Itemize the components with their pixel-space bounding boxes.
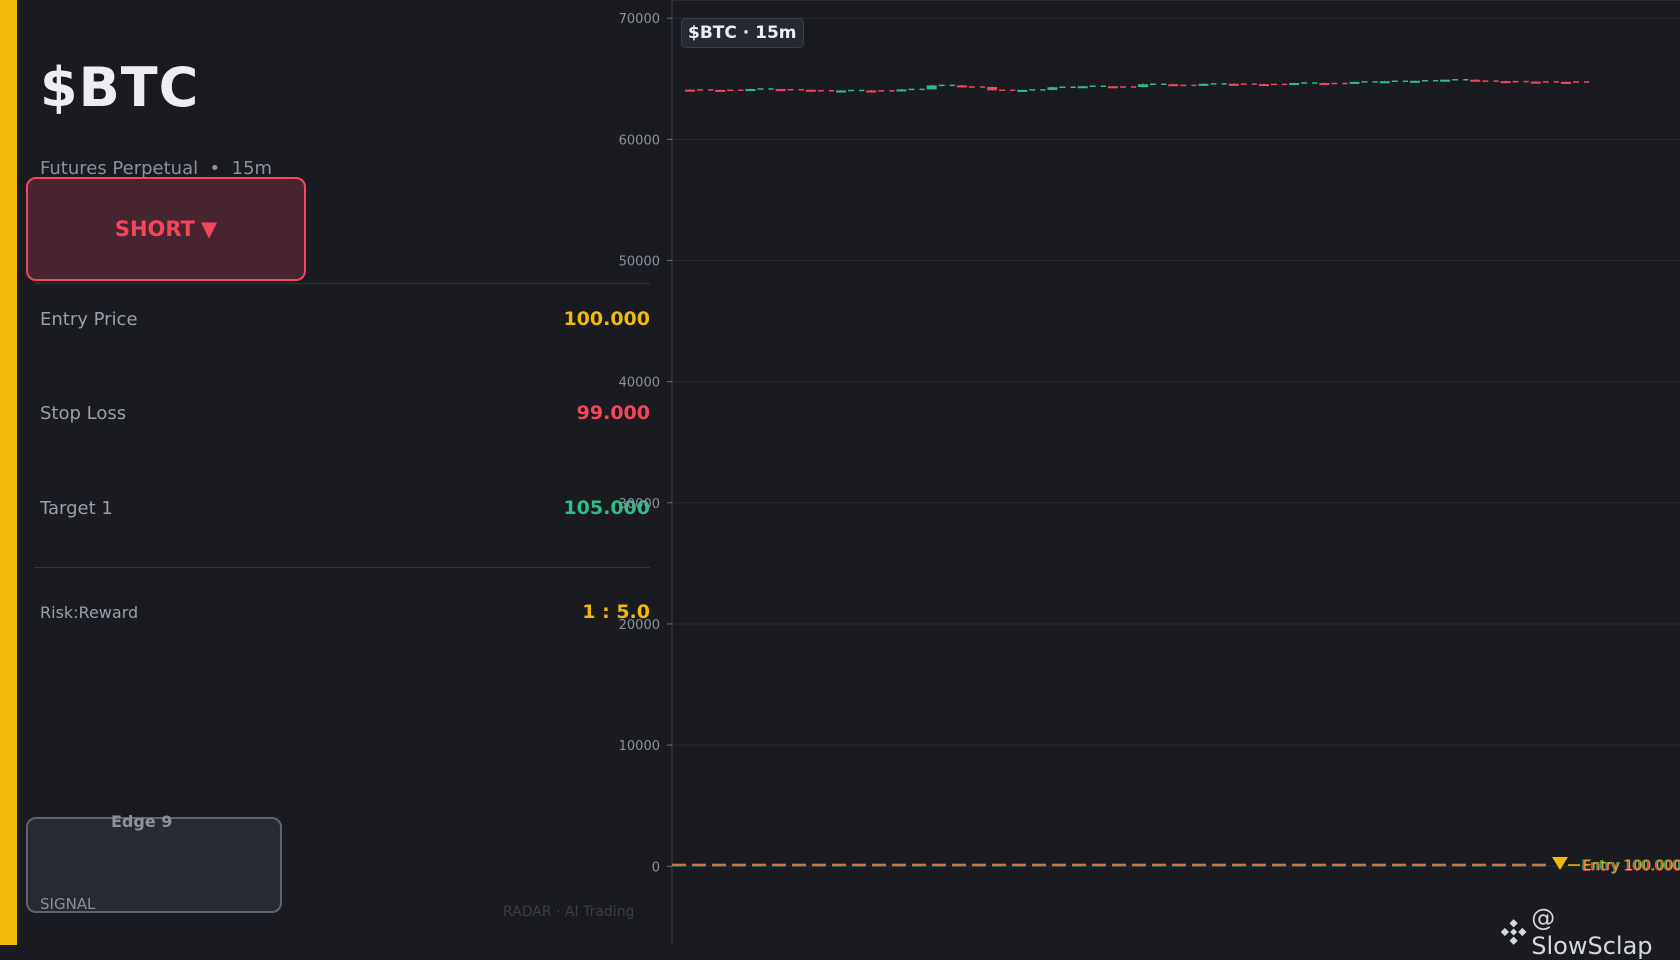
y-tick-label: 40000 bbox=[619, 376, 660, 391]
candle-body bbox=[1077, 86, 1088, 89]
y-tick-label: 10000 bbox=[619, 739, 660, 754]
candle-body bbox=[1470, 79, 1481, 82]
candle-body bbox=[1138, 84, 1149, 87]
candle-body bbox=[1409, 80, 1420, 83]
candle-body bbox=[926, 85, 937, 90]
candle-body bbox=[1198, 83, 1209, 86]
y-tick-label: 50000 bbox=[619, 254, 660, 269]
candle-body bbox=[1289, 82, 1300, 85]
candle-body bbox=[896, 89, 907, 92]
candle-body bbox=[956, 85, 967, 88]
candle-body bbox=[836, 90, 847, 93]
candle-body bbox=[1258, 84, 1269, 87]
price-chart[interactable]: 0 10000 20000 30000 40000 50000 60000 70000 Entr… bbox=[0, 0, 1680, 945]
watermark-handle: @ SlowSclap bbox=[1531, 904, 1653, 960]
y-tick-label: 20000 bbox=[619, 618, 660, 633]
candle-body bbox=[987, 86, 998, 91]
entry-marker-icon bbox=[1552, 857, 1568, 871]
candle-body bbox=[745, 89, 756, 92]
y-tick-label: 0 bbox=[652, 860, 660, 875]
candle-body bbox=[1168, 84, 1179, 87]
chart-title: $BTC · 15m bbox=[681, 18, 804, 48]
candle-body bbox=[1379, 81, 1390, 84]
candle-body bbox=[805, 89, 816, 92]
candle-body bbox=[715, 89, 726, 92]
y-tick-label: 60000 bbox=[619, 133, 660, 148]
y-tick-label: 30000 bbox=[619, 497, 660, 512]
candle-body bbox=[1017, 89, 1028, 92]
y-tick-label: 70000 bbox=[619, 12, 660, 27]
candle-body bbox=[866, 90, 877, 93]
candle-body bbox=[775, 89, 786, 92]
candle-body bbox=[1440, 79, 1451, 82]
level-label: Entry 100.000 bbox=[1583, 858, 1680, 874]
candle-body bbox=[1561, 81, 1571, 84]
candle-body bbox=[1500, 81, 1511, 84]
binance-logo-icon bbox=[1500, 919, 1527, 945]
candle-body bbox=[1047, 87, 1058, 90]
candle-body bbox=[1319, 82, 1330, 85]
candle-body bbox=[1349, 81, 1360, 84]
candle-body bbox=[685, 89, 695, 92]
watermark: @ SlowSclap bbox=[1500, 904, 1680, 960]
candle-body bbox=[1228, 83, 1239, 86]
candle-body bbox=[1107, 86, 1118, 89]
candle-body bbox=[1530, 81, 1541, 84]
